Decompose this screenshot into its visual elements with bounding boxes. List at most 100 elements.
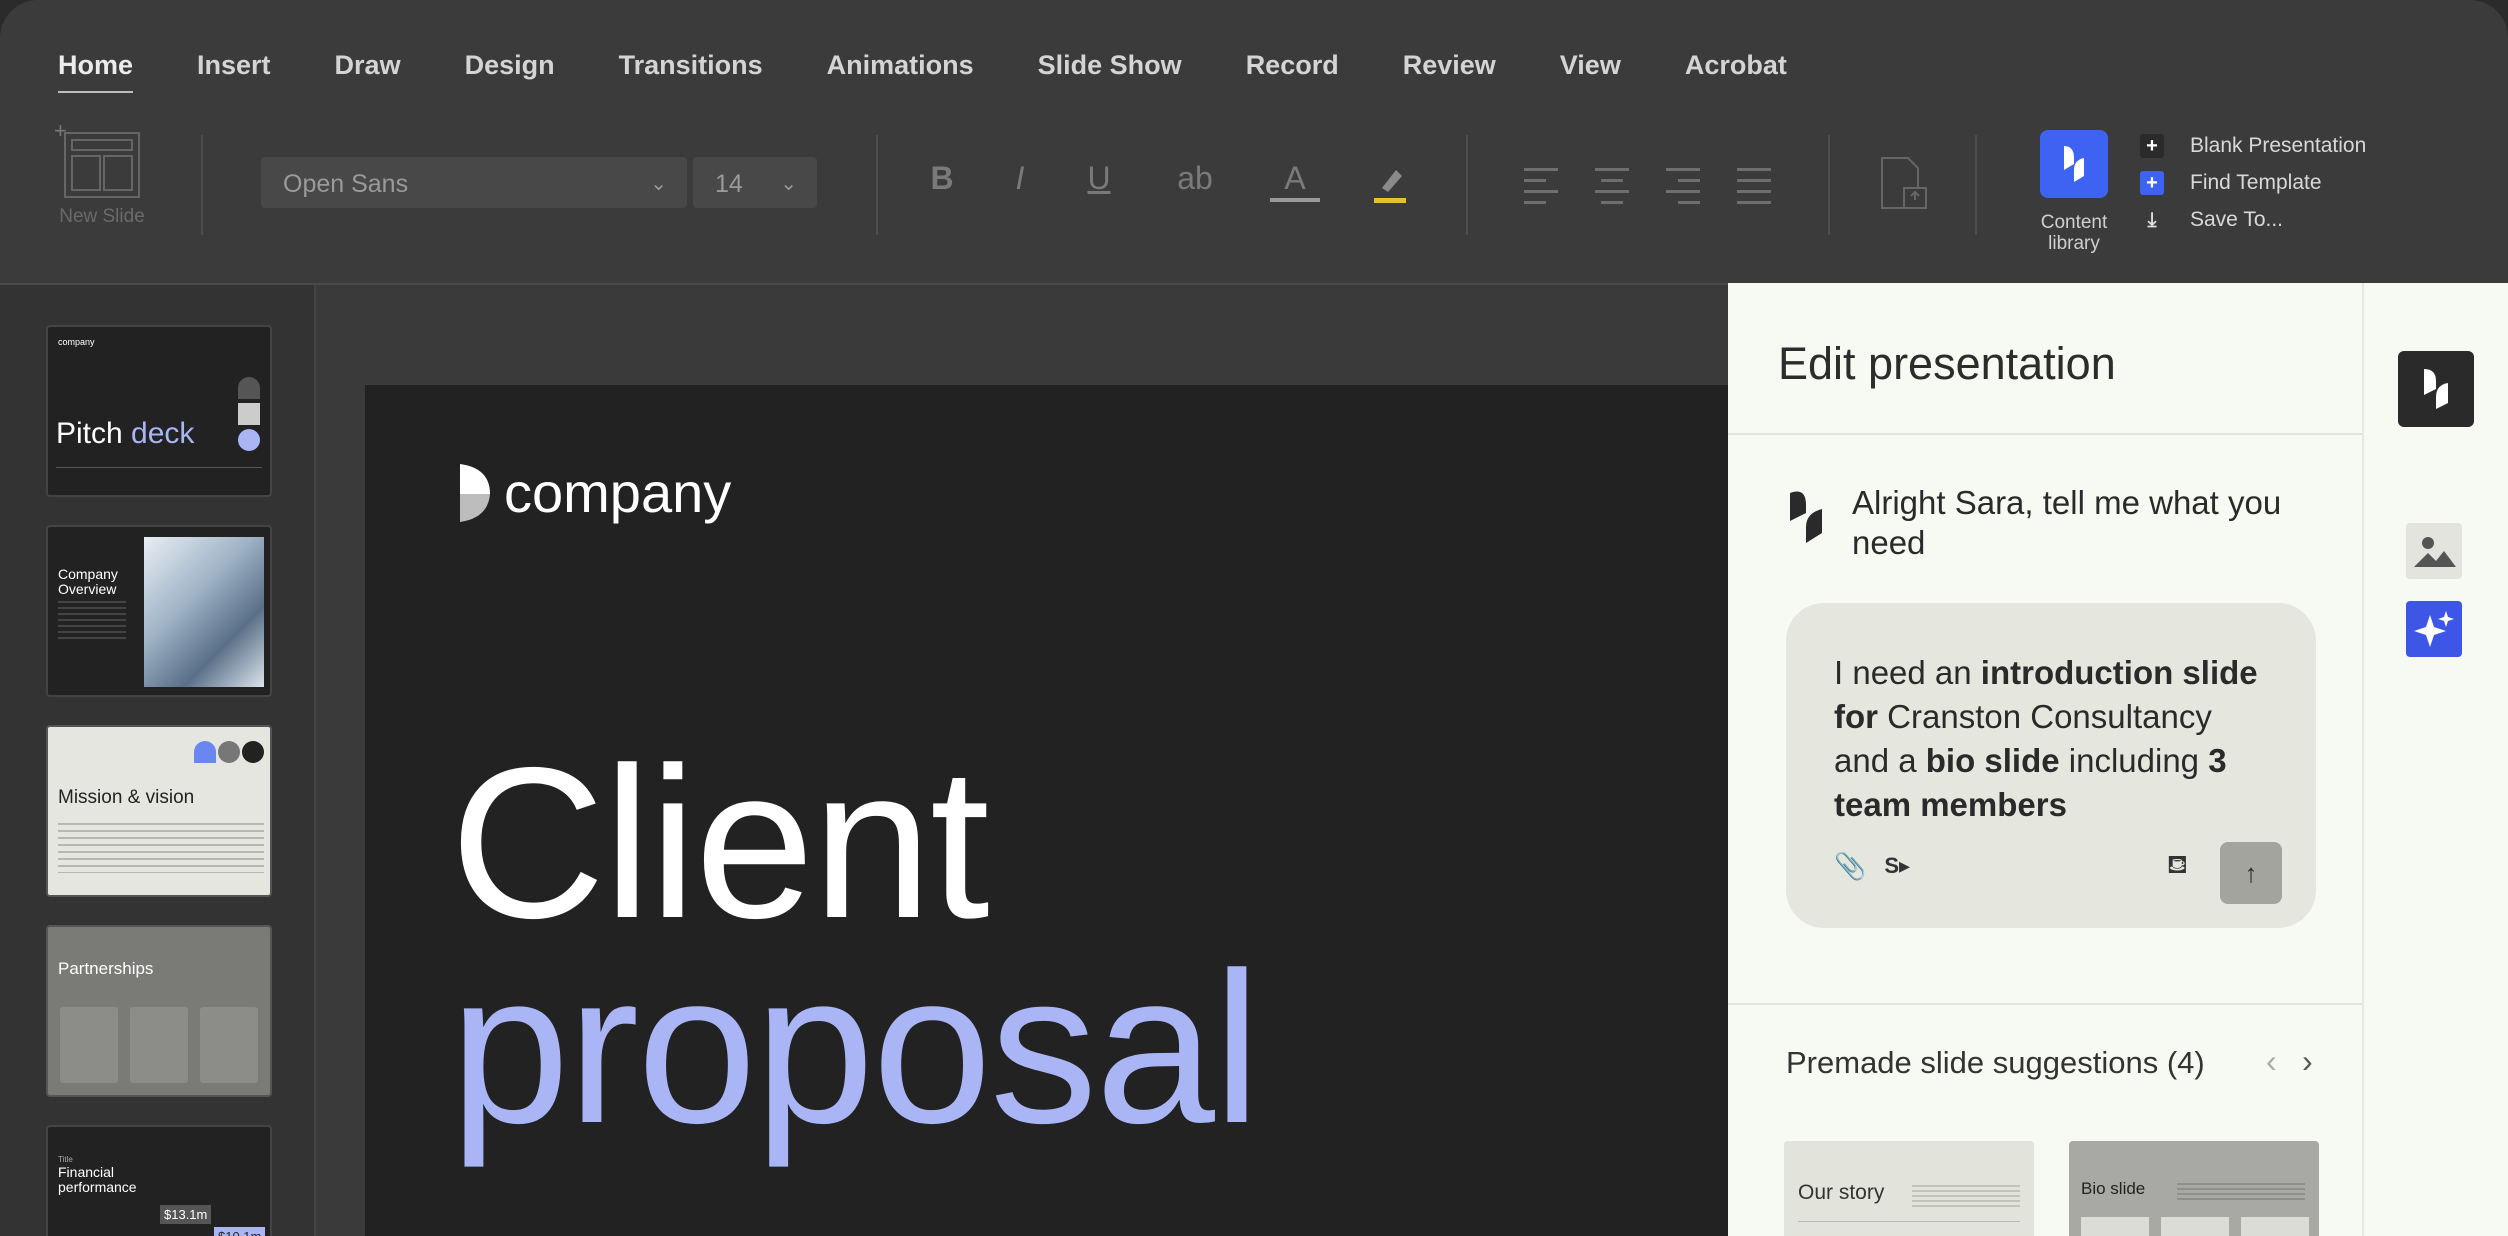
tab-insert[interactable]: Insert (197, 50, 271, 93)
arrow-up-icon: ↑ (2244, 858, 2258, 888)
thumb-shape (238, 403, 260, 425)
premade-suggestions-title: Premade slide suggestions (4) (1786, 1045, 2205, 1080)
thumb-shape (238, 429, 260, 451)
voice-input-icon[interactable]: ⛾ (2167, 842, 2188, 886)
thumb-title: Mission & vision (58, 787, 195, 808)
font-size-value: 14 (715, 170, 743, 198)
blank-presentation-item[interactable]: + Blank Presentation (2140, 134, 2366, 158)
assistant-message-text: Alright Sara, tell me what you need (1852, 484, 2282, 561)
suggestion-body-text (1912, 1185, 2020, 1207)
font-size-select[interactable]: 14 ⌄ (693, 157, 817, 208)
tab-review[interactable]: Review (1403, 50, 1496, 93)
align-left-button[interactable] (1524, 168, 1558, 212)
ai-assistant-button[interactable] (2406, 601, 2462, 657)
tab-view[interactable]: View (1560, 50, 1621, 93)
ribbon-divider (201, 135, 203, 235)
sharepoint-icon[interactable]: S▸ (1884, 844, 1910, 888)
find-template-item[interactable]: + Find Template (2140, 171, 2322, 195)
tab-home[interactable]: Home (58, 50, 134, 93)
new-slide-button[interactable]: + New Slide (52, 118, 152, 228)
team-photo (2241, 1217, 2309, 1236)
panel-divider (1728, 433, 2362, 435)
slide-thumbnail-5[interactable]: Title Financial performance $13.1m $10.1… (46, 1125, 272, 1236)
tab-draw[interactable]: Draw (335, 50, 401, 93)
user-prompt-segment: bio slide (1925, 742, 2060, 779)
tab-design[interactable]: Design (465, 50, 555, 93)
next-suggestion-button[interactable]: › (2302, 1043, 2313, 1080)
highlight-button[interactable] (1370, 162, 1410, 204)
thumb-body-text (58, 823, 264, 873)
thumb-shape (218, 741, 240, 763)
underline-button[interactable]: U (1074, 160, 1124, 197)
thumb-title: Company Overview (58, 566, 118, 597)
app-window: Home Insert Draw Design Transitions Anim… (0, 0, 2508, 1236)
prev-suggestion-button[interactable]: ‹ (2266, 1043, 2277, 1080)
right-rail (2362, 283, 2508, 1236)
thumb-divider (56, 467, 262, 468)
slide-thumbnail-2[interactable]: Company Overview (46, 525, 272, 697)
strikethrough-button[interactable]: ab (1170, 160, 1220, 197)
new-slide-label: New Slide (59, 206, 145, 227)
save-to-label: Save To... (2190, 208, 2284, 231)
tab-acrobat[interactable]: Acrobat (1685, 50, 1787, 93)
font-family-select[interactable]: Open Sans ⌄ (261, 157, 687, 208)
brand-logo-icon (2064, 146, 2084, 182)
send-button[interactable]: ↑ (2220, 842, 2282, 904)
ribbon-divider (876, 135, 878, 235)
font-family-value: Open Sans (283, 170, 409, 198)
suggestion-body-text (2177, 1183, 2305, 1201)
save-to-item[interactable]: ⤓ Save To... (2140, 208, 2283, 232)
tab-slide-show[interactable]: Slide Show (1038, 50, 1182, 93)
suggestion-title: Bio slide (2081, 1179, 2146, 1198)
company-logo-icon (460, 463, 490, 522)
thumb-logo: company (58, 337, 95, 347)
suggestion-card[interactable]: Bio slide (2069, 1141, 2319, 1236)
suggestion-title: Our story (1798, 1181, 1885, 1204)
file-export-icon (1881, 157, 1927, 209)
tab-transitions[interactable]: Transitions (619, 50, 763, 93)
thumb-building-image (144, 537, 264, 687)
ribbon-divider (1828, 135, 1830, 235)
brand-logo-button[interactable] (2398, 351, 2474, 427)
slide-thumbnail-3[interactable]: Mission & vision (46, 725, 272, 897)
thumb-value: $10.1m (214, 1227, 266, 1236)
assistant-avatar-icon (1790, 491, 1822, 543)
thumb-tag: Title (58, 1155, 73, 1164)
ribbon-divider (1975, 135, 1977, 235)
user-prompt-segment: introduction slide (1980, 654, 2258, 691)
user-prompt-bubble[interactable]: I need an introduction slide for Cransto… (1786, 603, 2316, 928)
italic-button[interactable]: I (995, 160, 1045, 197)
export-button[interactable] (1878, 156, 1930, 212)
thumb-shape (238, 377, 260, 399)
edit-presentation-panel: Edit presentation Alright Sara, tell me … (1728, 283, 2362, 1236)
plus-icon: + (2140, 134, 2164, 158)
attach-icon[interactable]: 📎 (1834, 844, 1866, 888)
slide-thumbnail-1[interactable]: company Pitch deck (46, 325, 272, 497)
chevron-down-icon: ⌄ (650, 173, 667, 195)
user-prompt-segment: including (2059, 742, 2209, 779)
justify-button[interactable] (1737, 168, 1771, 212)
align-center-button[interactable] (1595, 168, 1629, 212)
bold-button[interactable]: B (917, 160, 967, 197)
user-prompt-segment: I need an (1834, 654, 1981, 691)
align-right-button[interactable] (1666, 168, 1700, 212)
user-prompt-text: I need an introduction slide for Cransto… (1834, 651, 2268, 827)
team-photo (2081, 1217, 2149, 1236)
thumb-body-text (58, 601, 126, 641)
slide-thumbnail-4[interactable]: Partnerships (46, 925, 272, 1097)
slide-thumbnail-panel: company Pitch deck Company Overview Miss… (0, 285, 316, 1236)
font-color-button[interactable]: A (1270, 160, 1320, 202)
panel-divider (1728, 1003, 2362, 1005)
ribbon: Home Insert Draw Design Transitions Anim… (0, 0, 2508, 285)
plus-icon: + (2140, 171, 2164, 195)
brand-logo-icon (2424, 369, 2448, 409)
image-button[interactable] (2406, 523, 2462, 579)
tab-animations[interactable]: Animations (827, 50, 974, 93)
slide-title-line2[interactable]: proposal (450, 940, 1261, 1155)
suggestion-card[interactable]: Our story (1784, 1141, 2034, 1236)
slide-title-line1[interactable]: Client (450, 735, 990, 950)
content-library-button[interactable] (2040, 130, 2108, 198)
thumb-card (60, 1007, 118, 1083)
tab-record[interactable]: Record (1246, 50, 1339, 93)
thumb-value: $13.1m (160, 1205, 212, 1224)
